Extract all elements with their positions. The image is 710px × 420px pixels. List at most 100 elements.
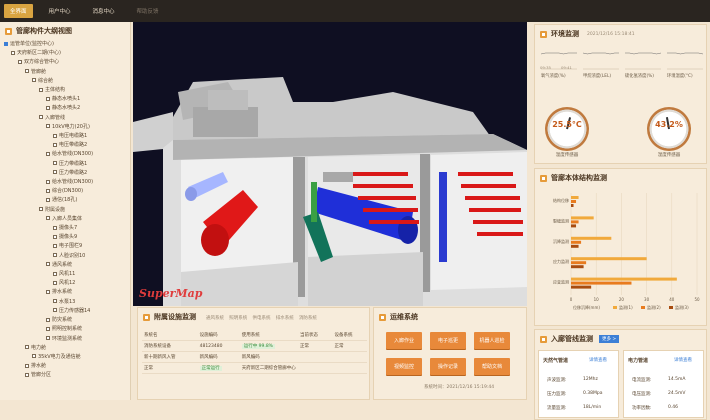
tab-drainage[interactable]: 排水系统 [276,315,294,321]
tree-checkbox[interactable] [46,197,50,202]
bar[interactable] [571,236,612,240]
tree-checkbox[interactable] [46,289,50,294]
tree-checkbox[interactable] [25,345,29,350]
tree-node[interactable]: 防灾系统 [4,316,130,325]
tree-node[interactable]: 综合(DN300) [4,187,130,196]
tree-node[interactable]: 电子围栏9 [4,242,130,251]
tree-checkbox[interactable] [53,234,57,239]
tree-node[interactable]: 给水管线(DN300) [4,178,130,187]
tree-node[interactable]: 人脸识别10 [4,252,130,261]
tree-node[interactable]: 照明控制系统 [4,325,130,334]
tree-node[interactable]: 静态水喷头1 [4,95,130,104]
tree-checkbox[interactable] [53,161,57,166]
tree-node[interactable]: 双方综合管中心 [4,58,130,67]
tree-node[interactable]: 主体结构 [4,86,130,95]
tree-checkbox[interactable] [46,317,50,322]
tree-node[interactable]: 运管单位(监控中心) [4,40,130,49]
tree-node[interactable]: 35kV电力及通信舱 [4,353,130,362]
tree-checkbox[interactable] [46,96,50,101]
nav-item-help[interactable]: 帮助反馈 [131,4,165,18]
tree-checkbox[interactable] [32,78,36,83]
ops-button-robot[interactable]: 机器人巡检 [474,332,510,349]
tree-node[interactable]: 排水系统 [4,288,130,297]
nav-item-home[interactable]: 全界面 [4,4,33,18]
tab-ventilation[interactable]: 通风系统 [206,315,224,321]
tree-node[interactable]: 环境监测系统 [4,335,130,344]
tree-node[interactable]: 入廊人员集体 [4,215,130,224]
tree-node[interactable]: 水泵13 [4,298,130,307]
ops-button-docs[interactable]: 帮助文档 [474,358,510,375]
tree-node[interactable]: 摄像头9 [4,233,130,242]
tree-checkbox[interactable] [53,253,57,258]
ops-button-video[interactable]: 视频监控 [386,358,422,375]
tree-checkbox[interactable] [11,50,15,55]
tree-checkbox[interactable] [53,142,57,147]
tree-checkbox[interactable] [39,115,43,120]
tree-node[interactable]: 压力带缆路2 [4,169,130,178]
tree-checkbox[interactable] [32,354,36,359]
ops-button-records[interactable]: 操作记录 [430,358,466,375]
tree-node[interactable]: 给水管线(DN300) [4,150,130,159]
tree-node[interactable]: 综合舱 [4,77,130,86]
tree-checkbox[interactable] [53,243,57,248]
tree-node[interactable]: 附属设施 [4,206,130,215]
tree-node[interactable]: 排水舱 [4,362,130,371]
tree-checkbox[interactable] [39,207,43,212]
tree-checkbox[interactable] [25,69,29,74]
bar[interactable] [571,220,579,224]
tree-node[interactable]: 风机12 [4,279,130,288]
tree-node[interactable]: 管廊分区 [4,371,130,380]
tree-checkbox[interactable] [46,336,50,340]
gas-details-link[interactable]: 详情查看 [589,357,607,363]
bar[interactable] [571,196,579,199]
bar[interactable] [571,204,574,207]
tree-node[interactable]: 压力传感器14 [4,307,130,316]
more-button[interactable]: 更多 > [599,335,620,343]
tree-node[interactable]: 入廊管线 [4,114,130,123]
tree-checkbox[interactable] [46,105,50,110]
tab-power[interactable]: 供电系统 [252,315,270,321]
tree-node[interactable]: 通风系统 [4,261,130,270]
ops-button-entry-work[interactable]: 入廊作业 [386,332,422,349]
tree-checkbox[interactable] [18,59,22,64]
nav-item-user-center[interactable]: 用户中心 [43,4,77,18]
tree-node[interactable]: 电力舱 [4,344,130,353]
tree-checkbox[interactable] [46,262,50,267]
tab-lighting[interactable]: 照明系统 [229,315,247,321]
table-row[interactable]: 新十期新风入管 新风编码 新风编码 [142,351,367,363]
bar[interactable] [571,265,584,269]
tree-node[interactable]: 电压带缆路2 [4,141,130,150]
bar[interactable] [571,200,577,203]
bar[interactable] [571,244,579,248]
bar[interactable] [571,277,677,281]
tree-node[interactable]: 通信(18孔) [4,196,130,205]
tree-node[interactable]: 管廊舱 [4,68,130,77]
tree-checkbox[interactable] [25,363,29,368]
ops-button-patrol[interactable]: 电子巡更 [430,332,466,349]
tree-checkbox[interactable] [53,133,57,138]
tree-checkbox[interactable] [46,326,50,331]
power-details-link[interactable]: 详情查看 [674,357,692,363]
tree-checkbox[interactable] [46,124,50,129]
tree-checkbox[interactable] [53,308,57,313]
tree-node[interactable]: 压力带缆路1 [4,160,130,169]
tree-node[interactable]: 静态水喷头2 [4,104,130,113]
3d-scene-viewport[interactable]: SuperMap [133,22,527,306]
tree-node[interactable]: 风机11 [4,270,130,279]
bar[interactable] [571,240,582,244]
tree-checkbox[interactable] [53,225,57,230]
tree-node[interactable]: 电压电缆路1 [4,132,130,141]
nav-item-message-center[interactable]: 消息中心 [87,4,121,18]
tree-node[interactable]: 10kV电力(20孔) [4,123,130,132]
tree-checkbox[interactable] [46,188,50,193]
bar[interactable] [571,285,592,289]
bar[interactable] [571,216,594,220]
tree-checkbox[interactable] [53,271,57,276]
tree-checkbox[interactable] [39,87,43,92]
bar[interactable] [571,261,587,265]
tree-checkbox[interactable] [4,41,8,46]
tree-checkbox[interactable] [46,151,50,156]
table-row[interactable]: 正常 正常运行 天府新区二期综合管廊中心 [142,362,367,374]
table-row[interactable]: 消防系统设备 48123480 运行中 99.8% 正常 正常 [142,340,367,352]
tree-checkbox[interactable] [46,216,50,221]
